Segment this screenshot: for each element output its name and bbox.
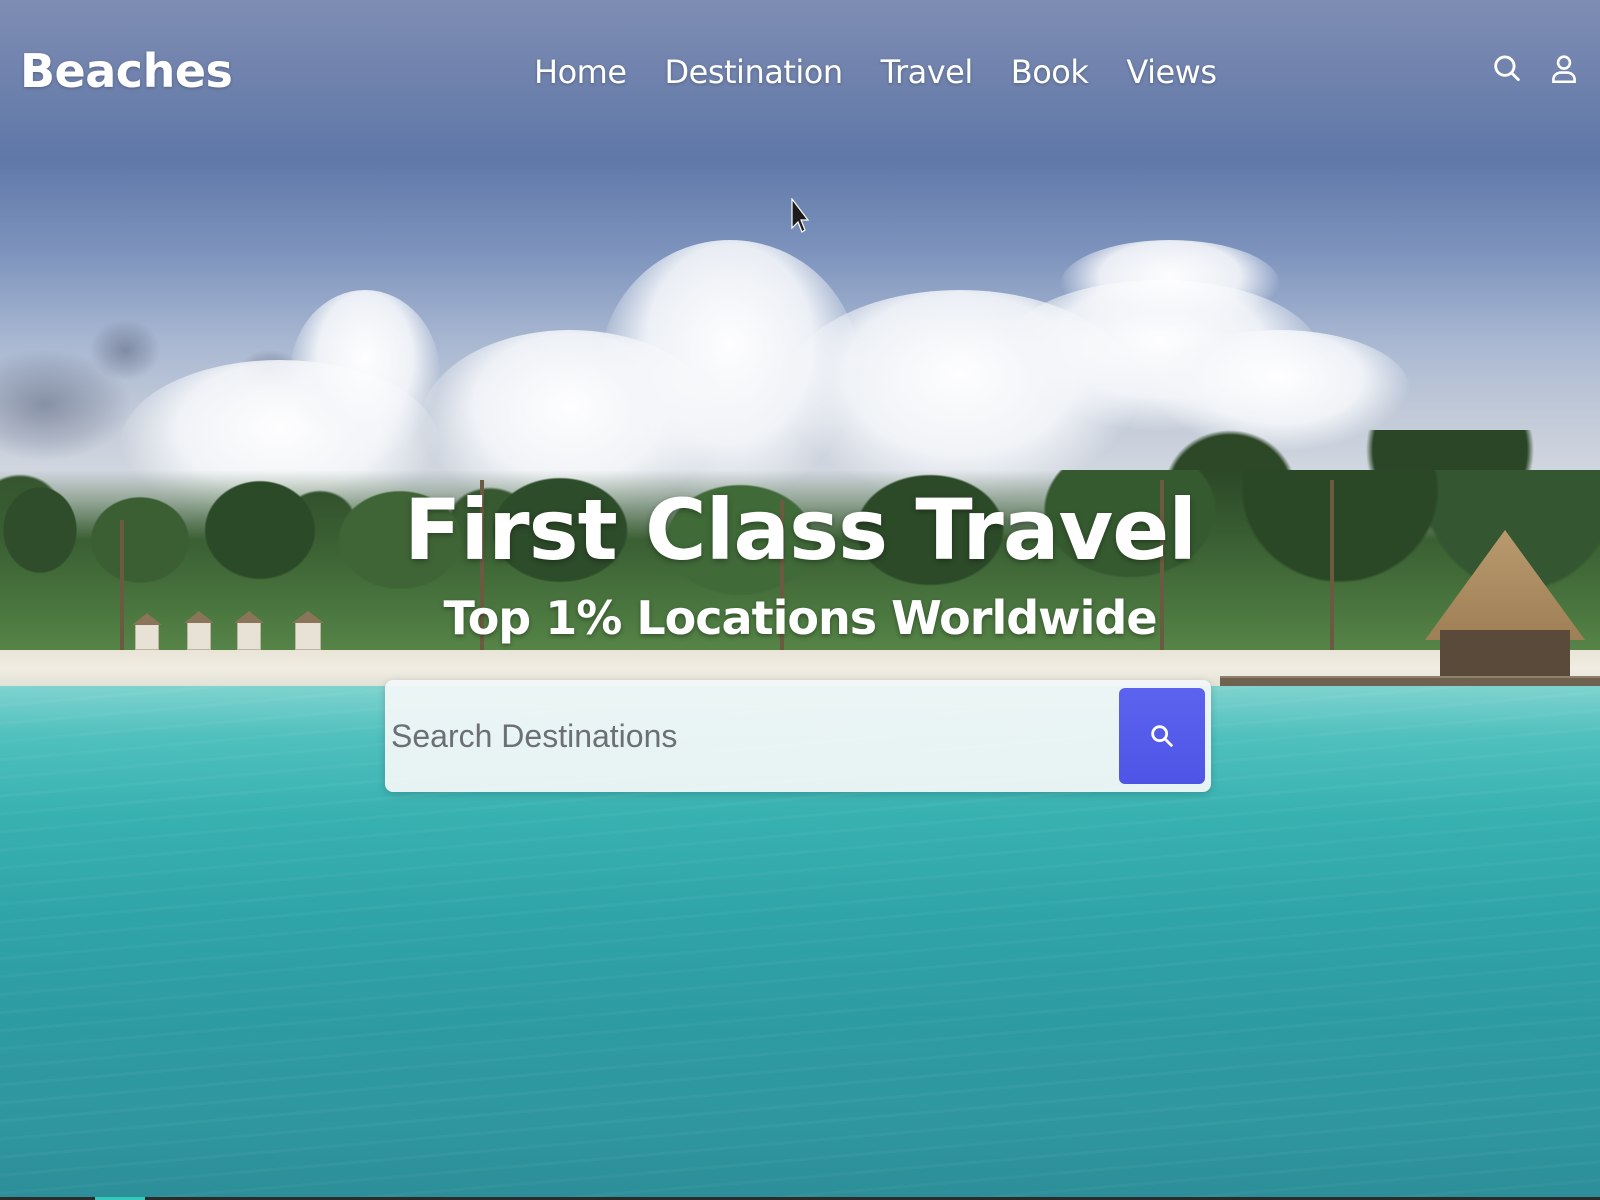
search-bar: [385, 680, 1211, 792]
search-icon: [1151, 725, 1173, 747]
hero-title: First Class Travel: [403, 481, 1197, 580]
brand-logo[interactable]: Beaches: [20, 44, 233, 98]
nav-link-travel[interactable]: Travel: [881, 53, 974, 91]
cloud: [90, 320, 160, 380]
nav-links: Home Destination Travel Book Views: [534, 53, 1217, 91]
nav-link-home[interactable]: Home: [534, 53, 627, 91]
cloud: [1060, 240, 1280, 330]
nav-link-book[interactable]: Book: [1011, 53, 1089, 91]
navbar: Beaches Home Destination Travel Book Vie…: [0, 0, 1600, 150]
user-icon[interactable]: [1547, 50, 1581, 88]
search-icon[interactable]: [1490, 50, 1524, 88]
nav-link-views[interactable]: Views: [1126, 53, 1217, 91]
hero-subtitle: Top 1% Locations Worldwide: [443, 591, 1157, 646]
search-input[interactable]: [391, 691, 1119, 781]
search-button[interactable]: [1119, 688, 1205, 784]
nav-link-destination[interactable]: Destination: [665, 53, 844, 91]
mouse-cursor-icon: [791, 198, 809, 233]
